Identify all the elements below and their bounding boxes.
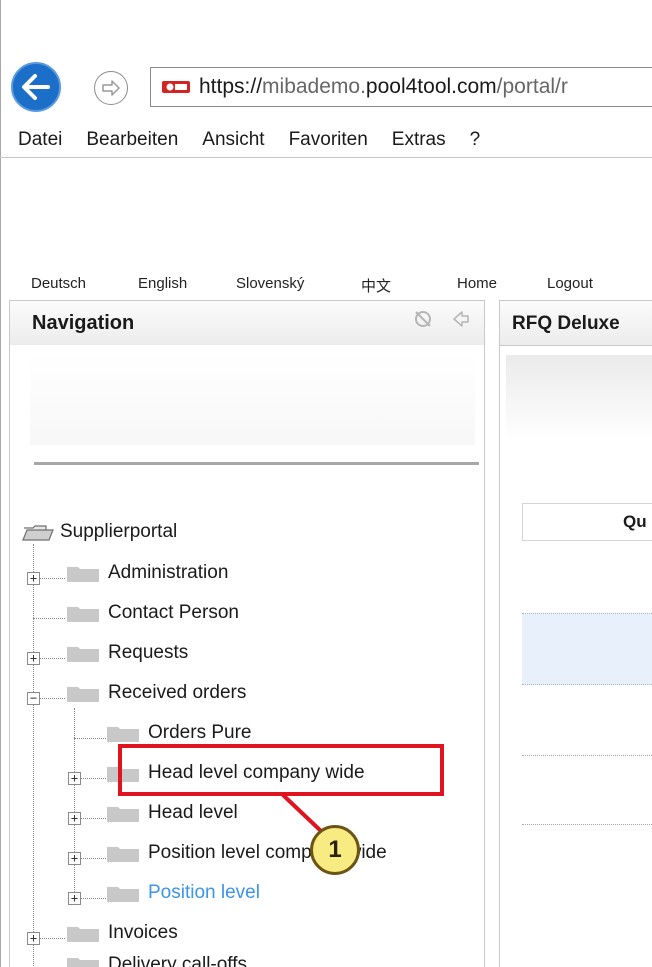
tree-item-administration[interactable]: Administration bbox=[66, 558, 228, 588]
navigation-title: Navigation bbox=[32, 312, 135, 334]
folder-icon bbox=[66, 954, 100, 967]
expand-icon[interactable]: + bbox=[27, 652, 40, 665]
tree-item-requests[interactable]: Requests bbox=[66, 638, 188, 668]
tree-item-head-level[interactable]: Head level bbox=[106, 798, 238, 828]
expand-icon[interactable]: + bbox=[68, 852, 81, 865]
navigation-header: Navigation bbox=[9, 300, 485, 346]
tree-item-delivery-call-offs[interactable]: Delivery call-offs bbox=[66, 954, 247, 967]
menu-ansicht[interactable]: Ansicht bbox=[202, 129, 264, 151]
url-path: /portal/r bbox=[496, 75, 568, 98]
expand-icon[interactable]: + bbox=[68, 772, 81, 785]
forward-button[interactable] bbox=[94, 71, 128, 105]
tree-line bbox=[74, 738, 106, 739]
tree-label: Position level bbox=[148, 882, 260, 903]
collapse-left-icon[interactable] bbox=[451, 309, 471, 329]
tree-label: Orders Pure bbox=[148, 722, 252, 743]
expand-icon[interactable]: + bbox=[68, 812, 81, 825]
link-deutsch[interactable]: Deutsch bbox=[31, 275, 86, 292]
tree-label: Head level bbox=[148, 802, 238, 823]
link-logout[interactable]: Logout bbox=[547, 275, 593, 292]
folder-icon bbox=[66, 923, 100, 943]
table-row bbox=[522, 755, 652, 756]
tree-line bbox=[33, 618, 65, 619]
callout-number-badge: 1 bbox=[310, 825, 360, 875]
tree-label: Delivery call-offs bbox=[108, 954, 248, 967]
tree-label: Invoices bbox=[108, 922, 178, 943]
tree-item-received-orders[interactable]: Received orders bbox=[66, 678, 246, 708]
tree-item-position-level[interactable]: Position level bbox=[106, 878, 260, 908]
folder-icon bbox=[66, 563, 100, 583]
url-host: pool4tool.com bbox=[365, 75, 497, 98]
url-scheme: https:// bbox=[199, 75, 263, 98]
tree-label: Supplierportal bbox=[60, 521, 178, 542]
tree-item-contact-person[interactable]: Contact Person bbox=[66, 598, 239, 628]
refresh-icon[interactable] bbox=[412, 308, 434, 330]
rfq-toolbar-area bbox=[506, 355, 652, 440]
back-button[interactable] bbox=[11, 62, 61, 112]
expand-icon[interactable]: + bbox=[27, 572, 40, 585]
link-english[interactable]: English bbox=[138, 275, 187, 292]
folder-icon bbox=[66, 643, 100, 663]
link-home[interactable]: Home bbox=[457, 275, 497, 292]
link-chinese[interactable]: 中文 bbox=[361, 275, 391, 296]
menu-favoriten[interactable]: Favoriten bbox=[289, 129, 368, 151]
collapse-icon[interactable]: − bbox=[27, 692, 40, 705]
expand-icon[interactable]: + bbox=[68, 892, 81, 905]
rfq-panel: Qu bbox=[499, 345, 652, 967]
open-folder-icon bbox=[22, 525, 54, 541]
column-header[interactable]: Qu bbox=[522, 503, 652, 541]
folder-icon bbox=[66, 603, 100, 623]
tree-line bbox=[33, 544, 34, 967]
table-row bbox=[522, 824, 652, 825]
menu-datei[interactable]: Datei bbox=[18, 129, 62, 151]
url-subdomain: mibademo. bbox=[262, 75, 366, 98]
menu-help[interactable]: ? bbox=[470, 129, 481, 151]
arrow-left-icon bbox=[22, 74, 50, 100]
link-slovensky[interactable]: Slovenský bbox=[236, 275, 304, 292]
folder-icon bbox=[66, 683, 100, 703]
folder-icon bbox=[106, 803, 140, 823]
expand-icon[interactable]: + bbox=[27, 932, 40, 945]
address-bar[interactable]: https://mibademo. pool4tool.com/portal/r bbox=[150, 67, 652, 107]
menu-extras[interactable]: Extras bbox=[392, 129, 446, 151]
tree-line bbox=[74, 708, 75, 898]
navigation-search-area bbox=[30, 355, 475, 445]
tree-label: Received orders bbox=[108, 682, 247, 703]
tree-label: Requests bbox=[108, 642, 189, 663]
rfq-header: RFQ Deluxe bbox=[499, 300, 652, 346]
folder-icon bbox=[106, 883, 140, 903]
menu-bearbeiten[interactable]: Bearbeiten bbox=[86, 129, 178, 151]
tree-item-invoices[interactable]: Invoices bbox=[66, 918, 178, 948]
callout-highlight-box bbox=[118, 744, 444, 796]
folder-icon bbox=[106, 843, 140, 863]
rfq-title: RFQ Deluxe bbox=[512, 313, 620, 334]
tree-item-supplierportal[interactable]: Supplierportal bbox=[22, 517, 177, 547]
arrow-right-icon bbox=[102, 80, 120, 96]
menu-bar: Datei Bearbeiten Ansicht Favoriten Extra… bbox=[0, 122, 652, 158]
divider bbox=[34, 462, 479, 465]
tree-label: Contact Person bbox=[108, 602, 239, 623]
table-row[interactable] bbox=[522, 613, 652, 685]
security-error-icon bbox=[161, 77, 191, 97]
folder-icon bbox=[106, 723, 140, 743]
tree-label: Administration bbox=[108, 562, 229, 583]
